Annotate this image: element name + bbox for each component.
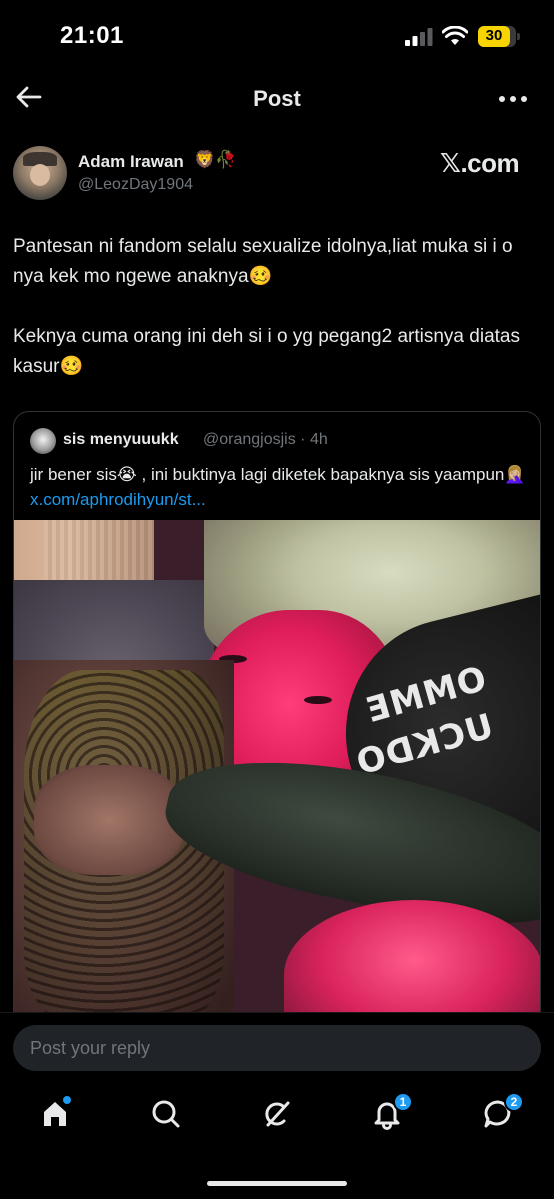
reply-bar: Post your reply: [0, 1012, 554, 1082]
avatar[interactable]: [13, 146, 67, 200]
avatar-face: [30, 164, 50, 186]
reply-placeholder: Post your reply: [30, 1038, 151, 1058]
battery-level: 30: [485, 27, 503, 44]
status-bar: 21:01 30: [0, 0, 554, 70]
grok-icon: [265, 1101, 290, 1127]
quote-text-body: jir bener sis😭 , ini buktinya lagi diket…: [30, 465, 526, 484]
author-emojis: 🦁🥀: [194, 150, 237, 169]
tab-messages[interactable]: 2: [478, 1092, 524, 1134]
media-hand: [34, 765, 184, 875]
tab-search[interactable]: [146, 1094, 186, 1134]
home-indicator: [207, 1181, 347, 1186]
signal-icon: [405, 28, 433, 46]
battery-cap: [517, 33, 520, 40]
notification-badge: 1: [393, 1092, 413, 1112]
quote-meta: @orangjosjis · 4h: [203, 431, 328, 448]
post-paragraph: Keknya cuma orang ini deh si i o yg pega…: [13, 326, 520, 377]
media-eye: [304, 696, 332, 704]
post-author: Adam Irawan 🦁🥀 @LeozDay1904 𝕏.com: [13, 146, 541, 206]
quote-text: jir bener sis😭 , ini buktinya lagi diket…: [30, 462, 530, 512]
tab-home[interactable]: [35, 1094, 75, 1134]
source-watermark: 𝕏.com: [440, 148, 520, 178]
tab-notifications[interactable]: 1: [367, 1092, 413, 1134]
quote-link[interactable]: x.com/aphrodihyun/st...: [30, 490, 206, 509]
nav-header: Post: [0, 70, 554, 126]
battery-icon: 30: [478, 26, 520, 47]
home-unread-dot: [63, 1096, 71, 1104]
tab-bar: 1 2: [0, 1082, 554, 1199]
post-paragraph: Pantesan ni fandom selalu sexualize idol…: [13, 236, 513, 287]
quoted-post[interactable]: sis menyuuukk @orangjosjis · 4h jir bene…: [13, 411, 541, 1026]
status-time: 21:01: [60, 22, 124, 49]
reply-input[interactable]: Post your reply: [13, 1025, 541, 1071]
search-icon: [152, 1100, 180, 1128]
wifi-icon: [442, 26, 468, 45]
page-title: Post: [253, 86, 301, 111]
post-text: Pantesan ni fandom selalu sexualize idol…: [13, 232, 541, 382]
quote-avatar[interactable]: [30, 428, 56, 454]
quote-author-name[interactable]: sis menyuuukk: [63, 431, 179, 449]
tab-grok[interactable]: [257, 1094, 297, 1134]
more-horizontal-icon[interactable]: [498, 94, 528, 104]
author-handle[interactable]: @LeozDay1904: [78, 176, 193, 194]
messages-badge: 2: [504, 1092, 524, 1112]
quote-media-image[interactable]: OMME UCKDO: [14, 520, 540, 1025]
author-name[interactable]: Adam Irawan: [78, 152, 184, 172]
